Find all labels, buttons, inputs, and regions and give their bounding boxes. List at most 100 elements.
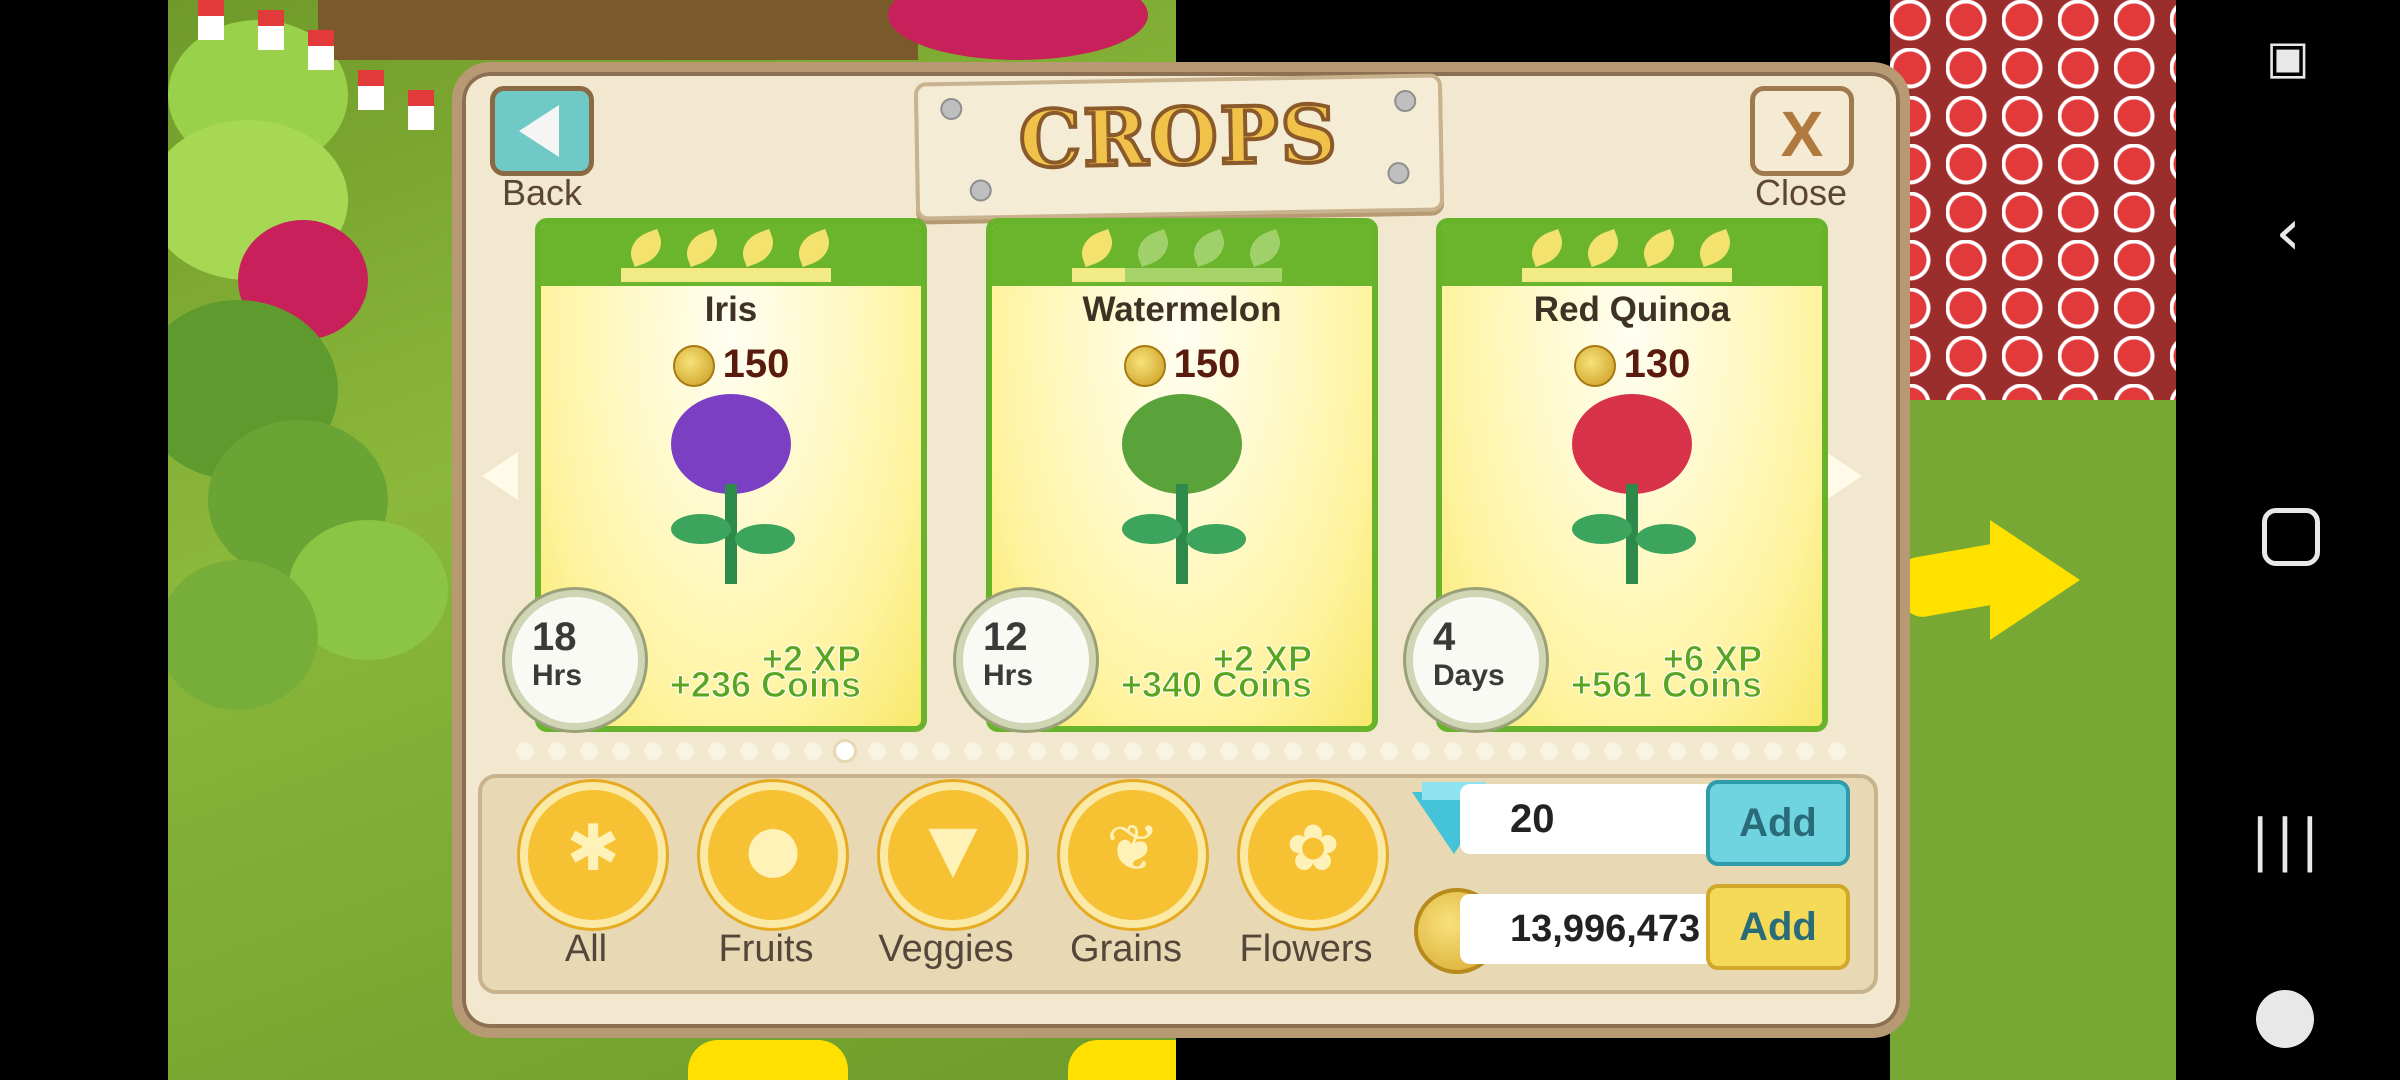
pagination-dot[interactable] (580, 742, 598, 760)
game-tools-icon[interactable] (2256, 990, 2314, 1048)
leaf-icon (1244, 229, 1286, 267)
pagination-dot[interactable] (1220, 742, 1238, 760)
category-all-button[interactable]: ✱ All (496, 782, 676, 982)
close-button-box[interactable]: X (1750, 86, 1854, 176)
pagination-dot[interactable] (1508, 742, 1526, 760)
pagination-dot[interactable] (1060, 742, 1078, 760)
pagination-dot[interactable] (1124, 742, 1142, 760)
gems-add-button[interactable]: Add (1706, 780, 1850, 866)
crop-coins-reward: +236 Coins (669, 664, 861, 705)
pagination-dot[interactable] (676, 742, 694, 760)
pagination-dot[interactable] (1188, 742, 1206, 760)
coins-add-button[interactable]: Add (1706, 884, 1850, 970)
leaf-icon (1582, 229, 1624, 267)
petal-icon[interactable]: ✿ (1240, 782, 1386, 928)
crop-price: 150 (541, 342, 921, 388)
grow-time-unit: Hrs (532, 659, 583, 692)
crop-name: Iris (704, 290, 758, 329)
back-nav-icon[interactable]: ‹ (2176, 196, 2400, 270)
grow-time-clock: 12 Hrs (956, 590, 1096, 730)
pagination-dot[interactable] (1668, 742, 1686, 760)
pagination-dot[interactable] (1156, 742, 1174, 760)
category-label[interactable]: Veggies (856, 928, 1036, 971)
crop-image (1552, 394, 1712, 594)
pagination-dot[interactable] (1284, 742, 1302, 760)
pagination-dot[interactable] (1540, 742, 1558, 760)
pagination-dot[interactable] (1252, 742, 1270, 760)
category-fruits-button[interactable]: ● Fruits (676, 782, 856, 982)
pagination-dot[interactable] (740, 742, 758, 760)
pagination-dot[interactable] (932, 742, 950, 760)
pagination-dot[interactable] (548, 742, 566, 760)
category-label[interactable]: Grains (1036, 928, 1216, 971)
crop-coins-reward: +561 Coins (1570, 664, 1762, 705)
card-header (541, 224, 921, 286)
pagination-dot[interactable] (1572, 742, 1590, 760)
pagination-dot[interactable] (1732, 742, 1750, 760)
pagination-dot[interactable] (708, 742, 726, 760)
pagination-dot[interactable] (900, 742, 918, 760)
pagination-dot[interactable] (964, 742, 982, 760)
carrot-icon[interactable]: ▼ (880, 782, 1026, 928)
pagination-dot[interactable] (1028, 742, 1046, 760)
leaf-icon (681, 229, 723, 267)
pagination-dot[interactable] (1316, 742, 1334, 760)
back-button-box[interactable] (490, 86, 594, 176)
gnome (198, 0, 224, 40)
home-nav-icon[interactable] (2262, 508, 2320, 566)
pagination-dot[interactable] (644, 742, 662, 760)
pagination-dot[interactable] (772, 742, 790, 760)
pagination-dot[interactable] (1412, 742, 1430, 760)
dialog-title: CROPS (1016, 87, 1341, 188)
soil-plot (318, 0, 918, 60)
category-label[interactable]: Flowers (1216, 928, 1396, 971)
close-x-icon: X (1780, 98, 1824, 170)
crop-name: Watermelon (1082, 290, 1282, 329)
close-button[interactable]: X (1750, 86, 1854, 176)
pagination-dot[interactable] (1444, 742, 1462, 760)
close-label[interactable]: Close (1731, 172, 1871, 214)
android-nav-bar: ▣ ‹ ||| (2176, 0, 2400, 1080)
back-label[interactable]: Back (472, 172, 612, 214)
category-label[interactable]: All (496, 928, 676, 971)
orange-icon[interactable]: ● (700, 782, 846, 928)
grow-time-value: 18 (532, 615, 577, 659)
carousel-next-icon[interactable] (1826, 452, 1862, 500)
pagination-dot-active[interactable] (836, 742, 854, 760)
pagination-dot[interactable] (516, 742, 534, 760)
category-veggies-button[interactable]: ▼ Veggies (856, 782, 1036, 982)
pagination-dot[interactable] (1636, 742, 1654, 760)
back-button[interactable] (490, 86, 594, 176)
category-label[interactable]: Fruits (676, 928, 856, 971)
coin-icon (1123, 345, 1166, 388)
carousel-prev-icon[interactable] (482, 452, 518, 500)
accessibility-icon[interactable]: ▣ (2176, 30, 2400, 84)
gnome (408, 90, 434, 130)
pagination-dot[interactable] (1764, 742, 1782, 760)
leaf-icon (1694, 229, 1736, 267)
mastery-progress (1522, 268, 1732, 282)
pagination-dot[interactable] (1700, 742, 1718, 760)
pagination-dot[interactable] (1092, 742, 1110, 760)
pagination-dot[interactable] (1796, 742, 1814, 760)
pagination-dot[interactable] (996, 742, 1014, 760)
leaf-icon (625, 229, 667, 267)
pagination-dot[interactable] (804, 742, 822, 760)
recents-nav-icon[interactable]: ||| (2176, 808, 2400, 873)
pagination-dot[interactable] (1476, 742, 1494, 760)
leaf-icon (1526, 229, 1568, 267)
wheat-icon[interactable]: ❦ (1060, 782, 1206, 928)
leaf-icon (1132, 229, 1174, 267)
flower-star-icon[interactable]: ✱ (520, 782, 666, 928)
pagination-dot[interactable] (1828, 742, 1846, 760)
pagination-dot[interactable] (1604, 742, 1622, 760)
crop-image (651, 394, 811, 594)
pagination-dot[interactable] (612, 742, 630, 760)
pagination-dot[interactable] (868, 742, 886, 760)
pagination-dot[interactable] (1348, 742, 1366, 760)
pagination-dot[interactable] (1380, 742, 1398, 760)
yellow-marker (688, 1040, 848, 1080)
leaf-icon (793, 229, 835, 267)
category-grains-button[interactable]: ❦ Grains (1036, 782, 1216, 982)
category-flowers-button[interactable]: ✿ Flowers (1216, 782, 1396, 982)
